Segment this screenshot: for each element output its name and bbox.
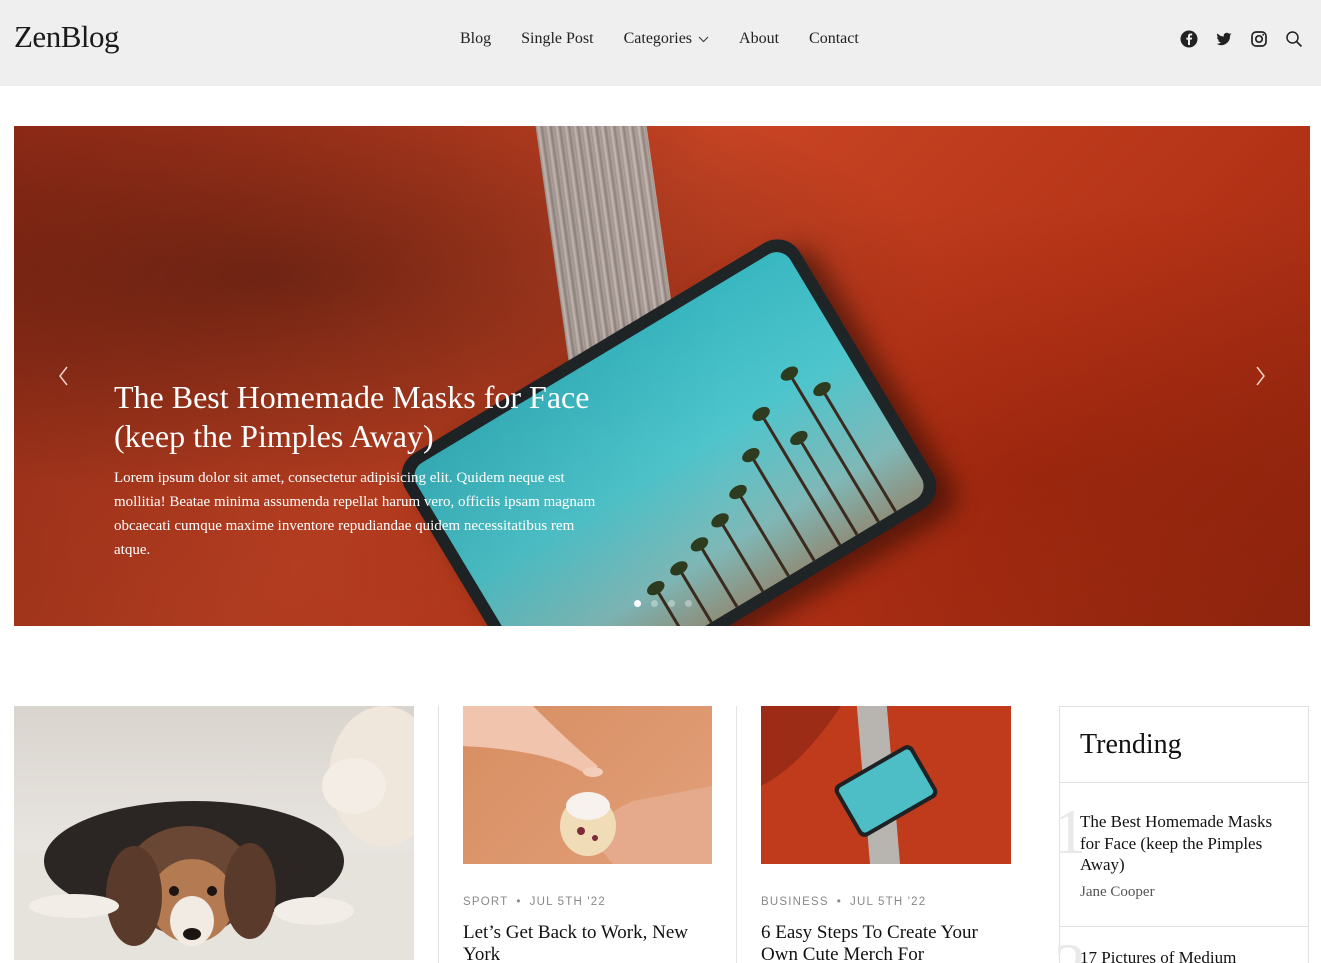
slider-dot[interactable]: [634, 600, 641, 607]
trending-heading: Trending: [1080, 729, 1182, 760]
nav-label: Categories: [623, 30, 693, 47]
hero-slider[interactable]: The Best Homemade Masks for Face (keep t…: [14, 126, 1310, 626]
instagram-icon[interactable]: [1250, 30, 1268, 48]
hero-title[interactable]: The Best Homemade Masks for Face (keep t…: [114, 378, 634, 456]
site-logo[interactable]: ZenBlog: [14, 19, 120, 55]
slider-next-arrow-icon[interactable]: [1252, 364, 1268, 388]
facebook-icon[interactable]: [1180, 30, 1198, 48]
column-divider: [736, 706, 737, 963]
post-meta: BUSINESS • JUL 5TH '22: [761, 896, 927, 908]
trending-title[interactable]: 17 Pictures of Medium: [1080, 947, 1290, 963]
trending-author: Jane Cooper: [1080, 884, 1155, 900]
twitter-icon[interactable]: [1215, 30, 1233, 48]
nav-label: Contact: [809, 30, 859, 47]
post-date: JUL 5TH '22: [529, 896, 606, 908]
slider-pagination: [634, 600, 692, 607]
post-image[interactable]: [761, 706, 1011, 864]
divider: [1060, 782, 1308, 783]
post-date: JUL 5TH '22: [850, 896, 927, 908]
post-category[interactable]: BUSINESS: [761, 896, 829, 908]
slider-dot[interactable]: [685, 600, 692, 607]
main-nav: Blog Single Post Categories About Contac…: [460, 30, 859, 48]
post-meta: SPORT • JUL 5TH '22: [463, 896, 606, 908]
column-divider: [438, 706, 439, 963]
divider: [1060, 926, 1308, 927]
social-links: [1180, 30, 1303, 48]
nav-label: About: [739, 30, 780, 47]
post-image[interactable]: [463, 706, 712, 864]
nav-item-categories[interactable]: Categories: [624, 30, 709, 48]
nav-item-blog[interactable]: Blog: [460, 30, 491, 48]
chevron-down-icon: [698, 36, 709, 42]
post-title[interactable]: Let’s Get Back to Work, New York: [463, 922, 713, 963]
slider-prev-arrow-icon[interactable]: [56, 364, 72, 388]
trending-title[interactable]: The Best Homemade Masks for Face (keep t…: [1080, 811, 1290, 876]
nav-item-single-post[interactable]: Single Post: [521, 30, 593, 48]
featured-post-image[interactable]: [14, 706, 414, 960]
nav-item-contact[interactable]: Contact: [809, 30, 859, 48]
post-category[interactable]: SPORT: [463, 896, 508, 908]
site-header: ZenBlog Blog Single Post Categories Abou…: [0, 0, 1321, 86]
nav-label: Single Post: [521, 30, 594, 47]
slider-dot[interactable]: [668, 600, 675, 607]
nav-label: Blog: [460, 30, 492, 47]
search-icon[interactable]: [1285, 30, 1303, 48]
hero-excerpt: Lorem ipsum dolor sit amet, consectetur …: [114, 470, 596, 558]
slider-dot[interactable]: [651, 600, 658, 607]
post-title[interactable]: 6 Easy Steps To Create Your Own Cute Mer…: [761, 922, 1011, 963]
trending-widget: Trending 1 The Best Homemade Masks for F…: [1054, 706, 1309, 963]
nav-item-about[interactable]: About: [739, 30, 779, 48]
